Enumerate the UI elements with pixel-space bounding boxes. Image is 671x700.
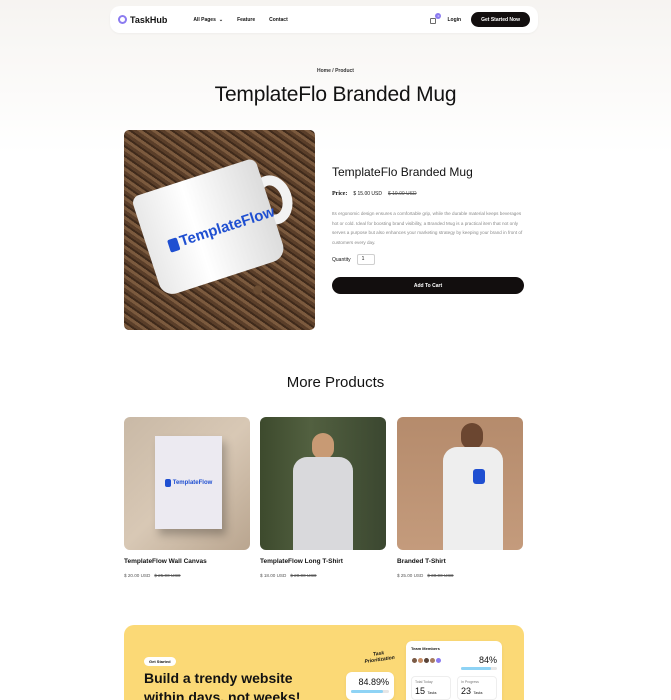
brand-logo[interactable]: TaskHub: [118, 15, 167, 25]
add-to-cart-button[interactable]: Add To Cart: [332, 277, 524, 294]
banner-title: Build a trendy website within days, not …: [144, 670, 301, 700]
product-card-name[interactable]: Branded T-Shirt: [397, 558, 523, 565]
top-nav: TaskHub All Pages ⌄ Feature Contact 0 Lo…: [110, 6, 538, 33]
nav-right: 0 Login Get Started Now: [429, 12, 530, 27]
nav-link-label: All Pages: [193, 16, 216, 23]
product-card-image[interactable]: TemplateFlow: [124, 417, 250, 550]
model-head: [312, 433, 334, 459]
price-label: Price:: [332, 191, 348, 197]
team-progress-percent: 84%: [478, 655, 497, 665]
in-progress-value-row: 23 Tasks: [461, 686, 493, 696]
product-card-long-tshirt[interactable]: TemplateFlow Long T-Shirt $ 18.00 USD $ …: [260, 417, 386, 578]
price-current: $ 15.00 USD: [353, 191, 382, 197]
quantity-label: Quantity: [332, 256, 351, 263]
team-avatars: 84%: [411, 655, 497, 665]
nav-link-contact[interactable]: Contact: [269, 17, 288, 23]
get-started-button[interactable]: Get Started Now: [471, 12, 530, 27]
cart-icon[interactable]: 0: [429, 12, 442, 25]
brand-name: TaskHub: [130, 14, 168, 25]
product-description: Its ergonomic design ensures a comfortab…: [332, 211, 523, 245]
tshirt-logo-icon: [473, 469, 485, 484]
quantity-input[interactable]: 1: [356, 254, 375, 265]
breadcrumb[interactable]: Home / Product: [0, 68, 671, 74]
product-card-prices: $ 18.00 USD $ 20.00 USD: [260, 573, 386, 578]
progress-percent: 84.89%: [358, 677, 389, 687]
product-card-branded-tshirt[interactable]: Branded T-Shirt $ 25.00 USD $ 30.00 USD: [397, 417, 523, 578]
product-title: TemplateFlo Branded Mug: [332, 165, 473, 179]
quantity-row: Quantity 1: [332, 254, 524, 265]
template-flow-logo-icon: [164, 478, 171, 487]
brand-logo-icon: [118, 15, 127, 24]
task-stats: Total Today 15 Tasks In Progress 23 Task…: [411, 676, 497, 700]
progress-bar: [351, 690, 389, 693]
total-today-value: 15: [415, 686, 426, 696]
cta-banner: Get Started Build a trendy website withi…: [124, 625, 524, 700]
product-info: TemplateFlo Branded Mug Price: $ 15.00 U…: [332, 165, 524, 294]
in-progress-value: 23: [461, 686, 472, 696]
product-card-image[interactable]: [260, 417, 386, 550]
product-card-old-price: $ 20.00 USD: [290, 573, 317, 578]
product-card-wall-canvas[interactable]: TemplateFlow TemplateFlow Wall Canvas $ …: [124, 417, 250, 578]
product-card-price: $ 25.00 USD: [397, 573, 424, 578]
progress-bar-fill: [351, 690, 384, 693]
more-products-title: More Products: [286, 374, 385, 391]
product-card-prices: $ 25.00 USD $ 30.00 USD: [397, 573, 523, 578]
price-row: Price: $ 15.00 USD $ 19.00 USD: [332, 191, 524, 197]
product-image: TemplateFlow: [124, 130, 315, 330]
product-card-old-price: $ 25.00 USD: [154, 573, 181, 578]
model-long-tshirt: [293, 457, 353, 550]
add-member-icon: [435, 656, 442, 664]
canvas-print: TemplateFlow: [155, 436, 222, 529]
product-card-name[interactable]: TemplateFlow Long T-Shirt: [260, 558, 386, 565]
nav-link-all-pages[interactable]: All Pages ⌄: [193, 17, 223, 23]
total-today-label: Total Today: [415, 680, 433, 684]
product-card-old-price: $ 30.00 USD: [427, 573, 454, 578]
in-progress-unit: Tasks: [473, 691, 483, 695]
task-prioritization-label: Task Prioritization: [364, 650, 396, 666]
progress-card-small: 84.89%: [346, 672, 394, 700]
team-progress-bar: [461, 667, 497, 670]
login-link[interactable]: Login: [447, 17, 461, 23]
team-members-label: Team Members: [411, 646, 440, 651]
product-card-price: $ 20.00 USD: [124, 573, 151, 578]
model-head: [461, 423, 483, 449]
in-progress-label: In Progress: [461, 680, 479, 684]
product-card-image[interactable]: [397, 417, 523, 550]
nav-links: All Pages ⌄ Feature Contact: [193, 17, 287, 23]
page-title: TemplateFlo Branded Mug: [214, 83, 457, 106]
product-card-price: $ 18.00 USD: [260, 573, 287, 578]
total-today-value-row: 15 Tasks: [415, 686, 447, 696]
total-today-stat: Total Today 15 Tasks: [411, 676, 451, 700]
price-old: $ 19.00 USD: [387, 191, 417, 197]
get-started-pill: Get Started: [144, 657, 176, 666]
product-card-name[interactable]: TemplateFlow Wall Canvas: [124, 558, 250, 565]
nav-link-feature[interactable]: Feature: [237, 17, 255, 23]
canvas-logo-text: TemplateFlow: [172, 479, 213, 486]
product-card-prices: $ 20.00 USD $ 25.00 USD: [124, 573, 250, 578]
model-tshirt: [443, 447, 503, 550]
total-today-unit: Tasks: [427, 691, 437, 695]
in-progress-stat: In Progress 23 Tasks: [457, 676, 497, 700]
cart-count-badge: 0: [435, 12, 442, 19]
chevron-down-icon: ⌄: [218, 16, 224, 23]
team-card: Team Members 84% Total Today 15 Tasks In…: [406, 641, 502, 700]
team-progress-bar-fill: [461, 667, 492, 670]
